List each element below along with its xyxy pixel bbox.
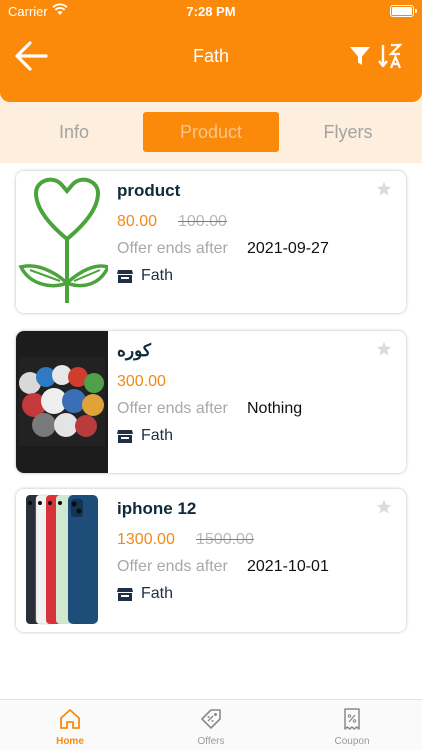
battery-icon: [390, 5, 417, 17]
favorite-star-icon[interactable]: [376, 499, 392, 515]
tab-offers[interactable]: Offers: [141, 700, 281, 750]
product-name: product: [117, 181, 181, 200]
tab-flyers[interactable]: Flyers: [279, 112, 417, 152]
store-name: Fath: [141, 585, 174, 602]
offer-ends-label: Offer ends after: [117, 400, 228, 417]
store-icon: [117, 588, 133, 601]
favorite-star-icon[interactable]: [376, 341, 392, 357]
tab-product[interactable]: Product: [143, 112, 279, 152]
status-time: 7:28 PM: [186, 4, 236, 19]
tab-home[interactable]: Home: [0, 700, 140, 750]
product-card[interactable]: product 80.00 100.00 Offer ends after 20…: [16, 171, 406, 313]
product-image: [16, 489, 108, 632]
sort-z-a-icon: [378, 43, 402, 69]
product-image: [16, 171, 108, 313]
tab-info[interactable]: Info: [5, 112, 143, 152]
product-price: 1300.00: [117, 531, 175, 548]
product-price: 300.00: [117, 373, 166, 390]
tab-home-label: Home: [56, 736, 84, 747]
favorite-star-icon[interactable]: [376, 181, 392, 197]
offer-ends-value: 2021-09-27: [247, 240, 329, 257]
tab-coupon-label: Coupon: [334, 736, 370, 747]
offer-ends-value: Nothing: [247, 400, 303, 417]
product-name: كوره: [117, 341, 151, 360]
product-old-price: 1500.00: [196, 531, 254, 548]
filter-icon: [350, 47, 370, 65]
store-name: Fath: [141, 267, 174, 284]
coupon-icon: [344, 708, 360, 730]
bottom-tab-bar: Home Offers Coupon: [0, 699, 422, 750]
tab-offers-label: Offers: [197, 736, 225, 747]
offer-ends-label: Offer ends after: [117, 240, 228, 257]
filter-button[interactable]: [349, 45, 371, 67]
product-old-price: 100.00: [178, 213, 227, 230]
offer-ends-label: Offer ends after: [117, 558, 228, 575]
offer-ends-value: 2021-10-01: [247, 558, 329, 575]
app-header: Carrier 7:28 PM Fath: [0, 0, 422, 102]
product-price: 80.00: [117, 213, 158, 230]
product-card[interactable]: iphone 12 1300.00 1500.00 Offer ends aft…: [16, 489, 406, 632]
product-name: iphone 12: [117, 499, 197, 518]
offers-tag-icon: [201, 709, 221, 729]
store-icon: [117, 270, 133, 283]
store-icon: [117, 430, 133, 443]
tab-coupon[interactable]: Coupon: [282, 700, 422, 750]
product-image: [16, 331, 108, 473]
store-name: Fath: [141, 427, 174, 444]
product-card[interactable]: كوره 300.00 Offer ends after Nothing Fat…: [16, 331, 406, 473]
sort-button[interactable]: [378, 43, 402, 69]
home-icon: [60, 709, 80, 729]
status-bar: Carrier 7:28 PM: [0, 0, 422, 22]
segment-control: Info Product Flyers: [0, 90, 422, 163]
